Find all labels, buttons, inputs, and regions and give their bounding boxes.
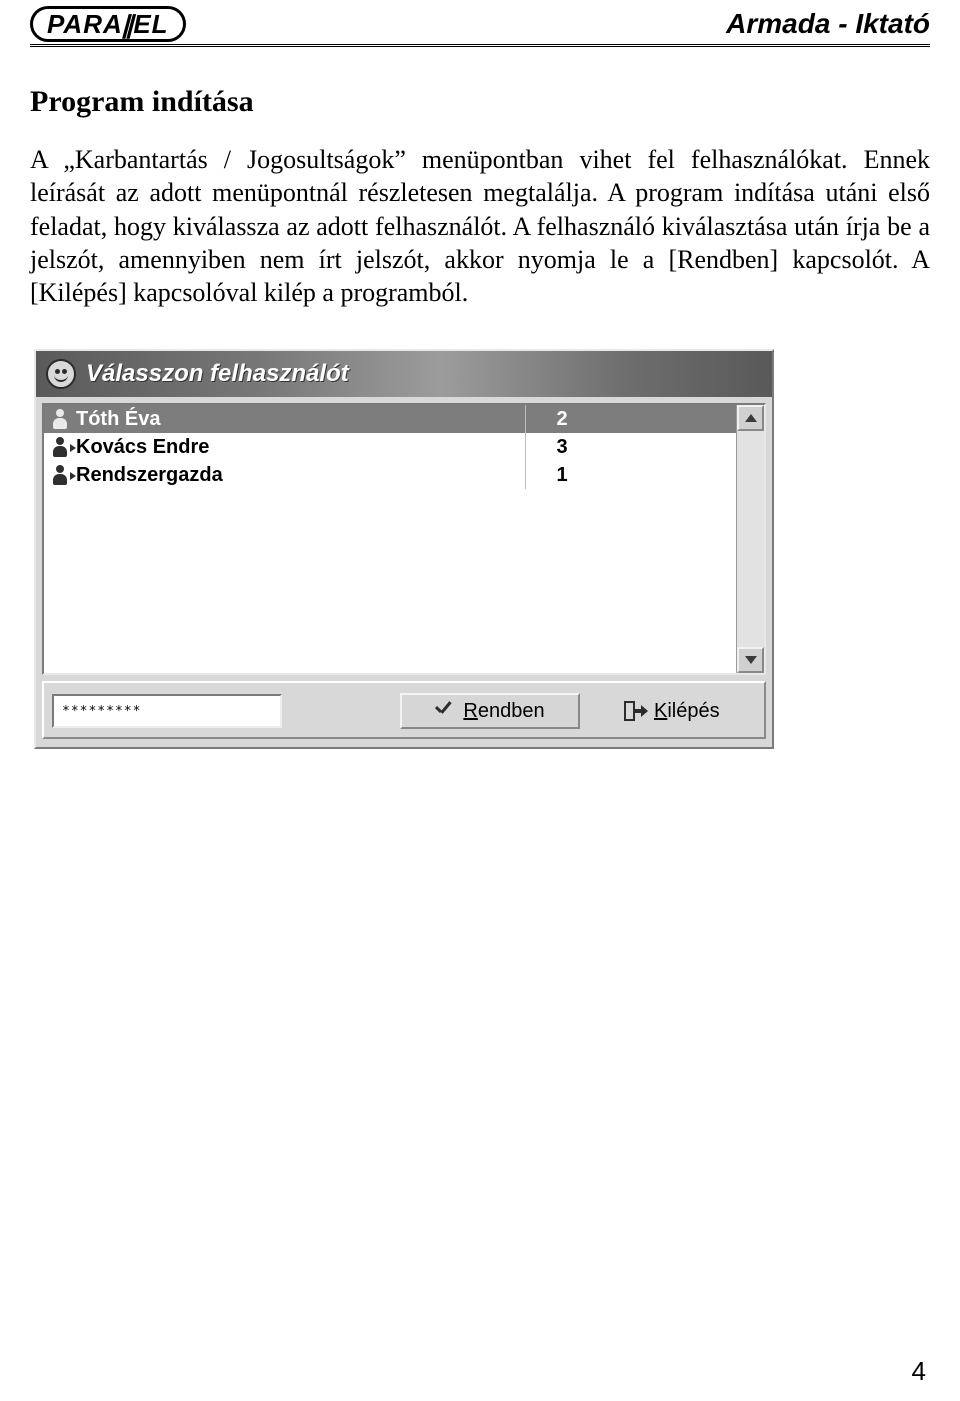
- user-row[interactable]: Kovács Endre 3: [44, 433, 736, 461]
- user-list[interactable]: Tóth Éva 2 Kovács Endre 3 Re: [44, 405, 736, 673]
- login-dialog: Válasszon felhasználót Tóth Éva 2 Kovács…: [34, 349, 774, 749]
- exit-icon: [624, 701, 644, 721]
- body-paragraph: A „Karbantartás / Jogosultságok” menüpon…: [30, 143, 930, 309]
- password-input[interactable]: *********: [52, 694, 282, 728]
- person-arrow-icon: [48, 437, 74, 457]
- page-header: PARA||EL Armada - Iktató: [30, 0, 930, 42]
- user-number: 1: [532, 464, 592, 487]
- check-icon: [435, 704, 453, 718]
- page-number: 4: [912, 1356, 926, 1387]
- brand-logo: PARA||EL: [30, 6, 186, 42]
- user-name: Rendszergazda: [74, 464, 525, 487]
- exit-button[interactable]: Kilépés: [606, 693, 756, 729]
- dialog-titlebar: Válasszon felhasználót: [36, 351, 772, 397]
- user-name: Kovács Endre: [74, 436, 525, 459]
- chevron-down-icon: [745, 656, 757, 664]
- smiley-icon: [46, 359, 76, 389]
- person-icon: [48, 409, 74, 429]
- user-row[interactable]: Tóth Éva 2: [44, 405, 736, 433]
- user-list-panel: Tóth Éva 2 Kovács Endre 3 Re: [42, 403, 766, 675]
- header-rule-inner: [30, 46, 930, 47]
- section-heading: Program indítása: [30, 85, 930, 119]
- scroll-track[interactable]: [737, 431, 764, 647]
- user-number: 2: [532, 408, 592, 431]
- person-arrow-icon: [48, 465, 74, 485]
- user-row[interactable]: Rendszergazda 1: [44, 461, 736, 489]
- logo-text-right: EL: [133, 11, 168, 37]
- dialog-title: Válasszon felhasználót: [86, 360, 349, 388]
- scroll-up-button[interactable]: [737, 405, 764, 431]
- user-number: 3: [532, 436, 592, 459]
- ok-button[interactable]: Rendben: [400, 693, 580, 729]
- list-scrollbar[interactable]: [736, 405, 764, 673]
- exit-button-label: Kilépés: [654, 700, 720, 723]
- dialog-bottom-bar: ********* Rendben Kilépés: [42, 681, 766, 739]
- header-rule: [30, 44, 930, 45]
- logo-text-left: PARA: [47, 11, 123, 37]
- login-dialog-figure: Válasszon felhasználót Tóth Éva 2 Kovács…: [34, 349, 774, 749]
- chevron-up-icon: [745, 414, 757, 422]
- document-title: Armada - Iktató: [726, 8, 930, 42]
- scroll-down-button[interactable]: [737, 647, 764, 673]
- user-name: Tóth Éva: [74, 408, 525, 431]
- ok-button-label: Rendben: [463, 700, 544, 723]
